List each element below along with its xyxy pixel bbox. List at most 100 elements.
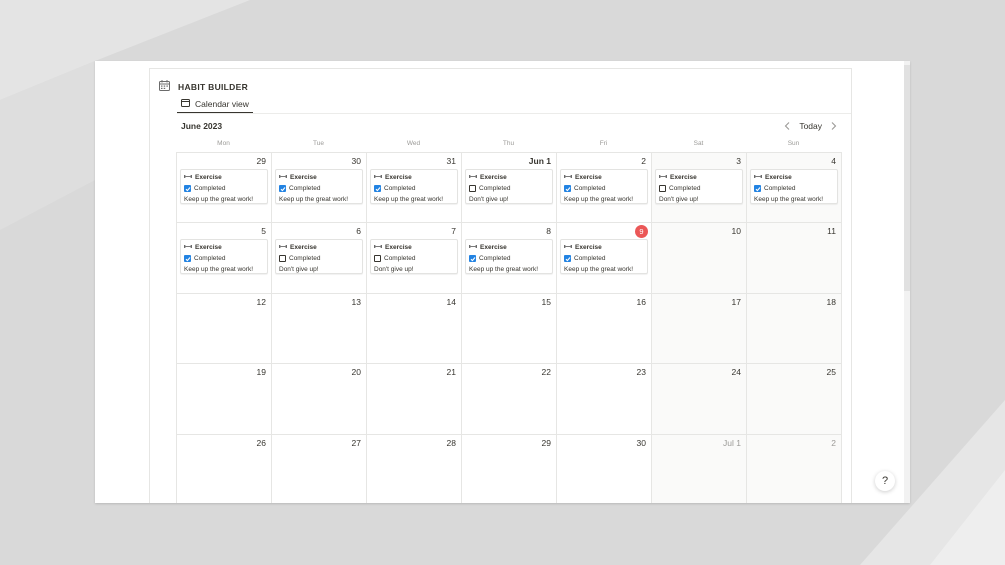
calendar-day-cell[interactable]: 19 xyxy=(177,364,272,435)
habit-entry-card[interactable]: Exercise Completed Keep up the great work! xyxy=(180,169,268,204)
entry-note-row: Keep up the great work! xyxy=(564,194,644,205)
help-button[interactable]: ? xyxy=(875,471,895,491)
calendar-day-cell[interactable]: 29 Exercise Completed Keep up the great wor… xyxy=(177,153,272,224)
calendar-day-cell[interactable]: 25 xyxy=(747,364,842,435)
calendar-day-cell[interactable]: 27 xyxy=(272,434,367,503)
calendar-day-cell[interactable]: 5 Exercise Completed Keep up the great work… xyxy=(177,223,272,294)
checkbox-checked[interactable] xyxy=(564,255,571,263)
calendar-day-cell[interactable]: 17 xyxy=(652,293,747,365)
habit-entry-card[interactable]: Exercise Completed Keep up the great work! xyxy=(370,169,458,204)
entry-note-row: Don't give up! xyxy=(469,194,549,205)
weekday-label: Sat xyxy=(693,140,704,147)
habit-entry-card[interactable]: Exercise Completed Keep up the great work! xyxy=(275,169,363,204)
calendar-day-cell[interactable]: 2 xyxy=(747,434,842,503)
scrollbar-thumb[interactable] xyxy=(904,65,910,291)
habit-entry-card[interactable]: Exercise Completed Keep up the great work! xyxy=(180,239,268,275)
weekday-label: Tue xyxy=(313,140,324,147)
tab-calendar-view[interactable]: Calendar view xyxy=(177,96,253,114)
calendar-day-cell[interactable]: 6 Exercise Completed Don't give up! xyxy=(272,223,367,294)
calendar-day-cell[interactable]: 10 xyxy=(652,223,747,294)
date-number: 8 xyxy=(546,226,551,237)
checkbox-unchecked[interactable] xyxy=(374,255,381,263)
entry-title: Exercise xyxy=(385,174,412,181)
next-month-button[interactable] xyxy=(831,122,837,130)
checkbox-checked[interactable] xyxy=(564,185,571,192)
checkbox-unchecked[interactable] xyxy=(659,185,666,192)
entry-title-row: Exercise xyxy=(279,172,359,183)
database-title[interactable]: HABIT BUILDER xyxy=(178,82,248,92)
calendar-day-cell[interactable]: 14 xyxy=(367,293,462,365)
entry-checkbox-row: Completed xyxy=(564,253,644,264)
habit-entry-card[interactable]: Exercise Completed Don't give up! xyxy=(370,239,458,275)
calendar-view-icon xyxy=(181,99,190,109)
today-button[interactable]: Today xyxy=(799,121,822,131)
checkbox-label: Completed xyxy=(289,255,321,263)
calendar-day-cell[interactable]: 18 xyxy=(747,293,842,365)
entry-checkbox-row: Completed xyxy=(754,183,834,194)
entry-note: Keep up the great work! xyxy=(184,266,254,274)
calendar-day-cell[interactable]: 8 Exercise Completed Keep up the great work… xyxy=(462,223,557,294)
entry-note: Keep up the great work! xyxy=(279,196,349,203)
entry-checkbox-row: Completed xyxy=(279,253,359,264)
calendar-day-cell[interactable]: 29 xyxy=(462,434,557,503)
entry-title: Exercise xyxy=(575,174,602,181)
dumbbell-icon xyxy=(564,174,572,181)
today-date-badge: 9 xyxy=(635,225,648,239)
calendar-day-cell[interactable]: 30 xyxy=(557,434,652,503)
calendar-day-cell[interactable]: 20 xyxy=(272,364,367,435)
entry-checkbox-row: Completed xyxy=(374,253,454,264)
checkbox-checked[interactable] xyxy=(374,185,381,192)
date-number: 3 xyxy=(736,156,741,166)
checkbox-unchecked[interactable] xyxy=(279,255,286,263)
checkbox-checked[interactable] xyxy=(184,255,191,263)
habit-entry-card[interactable]: Exercise Completed Don't give up! xyxy=(465,169,553,204)
calendar-day-cell[interactable]: 31 Exercise Completed Keep up the great wor… xyxy=(367,153,462,224)
entry-title-row: Exercise xyxy=(374,172,454,183)
habit-entry-card[interactable]: Exercise Completed Don't give up! xyxy=(275,239,363,275)
calendar-day-cell[interactable]: 16 xyxy=(557,293,652,365)
entry-note-row: Don't give up! xyxy=(279,264,359,275)
checkbox-checked[interactable] xyxy=(279,185,286,192)
habit-entry-card[interactable]: Exercise Completed Keep up the great work! xyxy=(560,169,648,204)
previous-month-button[interactable] xyxy=(784,122,790,130)
app-window: HABIT BUILDER Calendar view June 2023 To… xyxy=(95,61,910,503)
calendar-day-cell[interactable]: 9 Exercise Completed Keep up the great work… xyxy=(557,223,652,294)
date-number: Jul 1 xyxy=(723,437,741,448)
dumbbell-icon xyxy=(754,174,762,181)
calendar-day-cell[interactable]: 4 Exercise Completed Keep up the great work… xyxy=(747,153,842,224)
calendar-day-cell[interactable]: 30 Exercise Completed Keep up the great wor… xyxy=(272,153,367,224)
checkbox-checked[interactable] xyxy=(754,185,761,192)
habit-entry-card[interactable]: Exercise Completed Keep up the great work! xyxy=(560,239,648,275)
entry-note-row: Don't give up! xyxy=(374,264,454,275)
habit-entry-card[interactable]: Exercise Completed Keep up the great work! xyxy=(465,239,553,275)
calendar-day-cell[interactable]: 28 xyxy=(367,434,462,503)
dumbbell-icon xyxy=(564,244,572,251)
calendar-day-cell[interactable]: 24 xyxy=(652,364,747,435)
calendar-day-cell[interactable]: 26 xyxy=(177,434,272,503)
scrollbar-track[interactable] xyxy=(904,61,910,503)
calendar-day-cell[interactable]: Jun 1 Exercise Completed Don't give up! xyxy=(462,153,557,224)
date-number: 31 xyxy=(446,156,456,166)
entry-title-row: Exercise xyxy=(754,172,834,183)
calendar-day-cell[interactable]: 2 Exercise Completed Keep up the great work… xyxy=(557,153,652,224)
entry-note: Don't give up! xyxy=(374,266,414,274)
calendar-day-cell[interactable]: 11 xyxy=(747,223,842,294)
calendar-day-cell[interactable]: 22 xyxy=(462,364,557,435)
calendar-day-cell[interactable]: 23 xyxy=(557,364,652,435)
calendar-day-cell[interactable]: 3 Exercise Completed Don't give up! xyxy=(652,153,747,224)
entry-note: Keep up the great work! xyxy=(184,196,254,203)
calendar-day-cell[interactable]: 7 Exercise Completed Don't give up! xyxy=(367,223,462,294)
entry-title: Exercise xyxy=(290,174,317,181)
checkbox-checked[interactable] xyxy=(469,255,476,263)
dumbbell-icon xyxy=(374,174,382,181)
habit-entry-card[interactable]: Exercise Completed Don't give up! xyxy=(655,169,743,204)
calendar-day-cell[interactable]: 13 xyxy=(272,293,367,365)
habit-entry-card[interactable]: Exercise Completed Keep up the great work! xyxy=(750,169,838,204)
calendar-day-cell[interactable]: 12 xyxy=(177,293,272,365)
calendar-day-cell[interactable]: 21 xyxy=(367,364,462,435)
checkbox-unchecked[interactable] xyxy=(469,185,476,192)
calendar-day-cell[interactable]: 15 xyxy=(462,293,557,365)
checkbox-label: Completed xyxy=(194,255,226,263)
calendar-day-cell[interactable]: Jul 1 xyxy=(652,434,747,503)
checkbox-checked[interactable] xyxy=(184,185,191,192)
